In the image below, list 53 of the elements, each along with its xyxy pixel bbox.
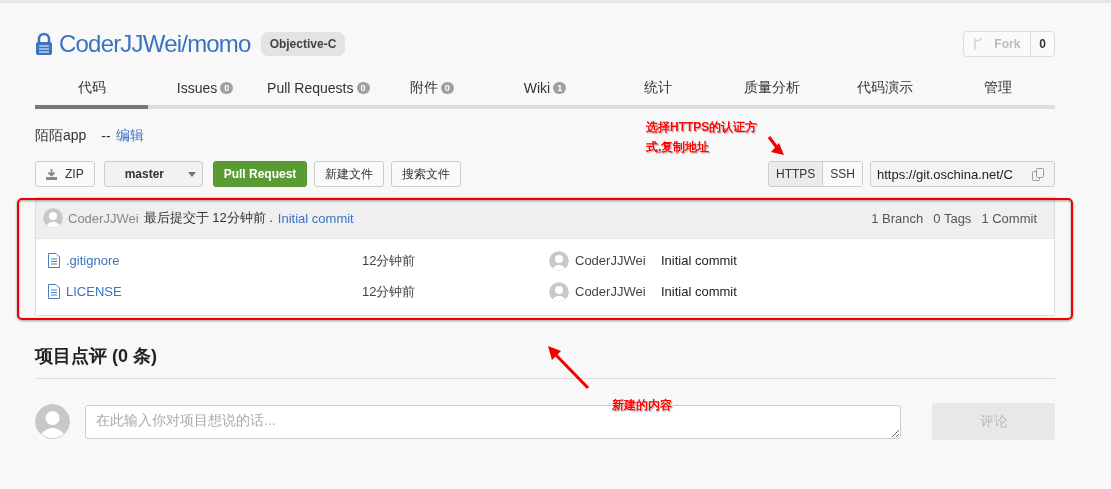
commit-info: 最后提交于 12分钟前 . — [143, 209, 273, 227]
project-description: 陌陌app — [35, 127, 87, 145]
nav-tab[interactable]: 代码 — [35, 71, 149, 109]
search-file-button[interactable]: 搜索文件 — [391, 161, 462, 187]
avatar-icon — [549, 250, 569, 271]
avatar-icon — [43, 208, 63, 228]
file-icon — [48, 284, 60, 299]
download-icon — [46, 168, 57, 180]
reviews-heading: 项目点评 (0 条) — [35, 344, 1055, 379]
commit-message-link[interactable]: Initial commit — [277, 210, 354, 226]
file-time: 12分钟前 — [362, 282, 417, 301]
avatar-icon — [549, 281, 569, 302]
repo-stat-link[interactable]: 1 Commit — [981, 210, 1037, 226]
nav-tab[interactable]: Wiki 1 — [488, 71, 602, 109]
edit-link[interactable]: 编辑 — [115, 127, 144, 145]
repo-stat-link[interactable]: 0 Tags — [933, 210, 972, 226]
file-time: 12分钟前 — [362, 251, 417, 270]
nav-tab[interactable]: Pull Requests 0 — [261, 71, 375, 109]
fork-count: 0 — [1038, 36, 1047, 53]
nav-tab[interactable]: Issues 0 — [148, 71, 262, 109]
count-badge: 0 — [356, 82, 370, 94]
branch-dropdown[interactable]: master — [103, 161, 203, 187]
avatar-icon — [35, 404, 70, 439]
repo-title-link[interactable]: CoderJJWei/momo — [59, 30, 251, 58]
count-badge: 1 — [553, 82, 567, 94]
separator-text: -- — [101, 128, 111, 144]
nav-tab[interactable]: 代码演示 — [828, 71, 942, 109]
count-badge: 0 — [440, 82, 454, 94]
nav-tab[interactable]: 质量分析 — [714, 71, 829, 109]
annotation-arrow — [767, 136, 784, 155]
clone-url-field[interactable]: https://git.oschina.net/C — [870, 161, 1055, 187]
new-file-button[interactable]: 新建文件 — [314, 161, 385, 187]
nav-tab[interactable]: 统计 — [601, 71, 715, 109]
nav-tab[interactable]: 管理 — [941, 71, 1055, 109]
file-link[interactable]: LICENSE — [66, 284, 122, 299]
file-author: CoderJJWei — [575, 253, 647, 268]
copy-icon — [1032, 167, 1044, 181]
annotation-note: 选择HTTPS的认证方式,复制地址 — [646, 119, 759, 156]
file-author: CoderJJWei — [575, 284, 647, 299]
caret-icon — [187, 171, 196, 177]
count-badge: 0 — [220, 82, 234, 94]
repo-stat-link[interactable]: 1 Branch — [871, 210, 924, 226]
zip-button[interactable]: ZIP — [35, 161, 95, 187]
file-icon — [48, 253, 60, 268]
file-commit-message: Initial commit — [661, 253, 737, 268]
nav-tab[interactable]: 附件 0 — [375, 71, 489, 109]
language-badge: Objective-C — [260, 32, 346, 56]
fork-icon — [974, 38, 983, 50]
file-commit-message: Initial commit — [661, 284, 737, 299]
commit-author: CoderJJWei — [68, 210, 139, 226]
annotation-arrow — [548, 346, 590, 390]
protocol-toggle[interactable]: HTTPS — [768, 162, 824, 186]
file-link[interactable]: .gitignore — [66, 253, 120, 268]
